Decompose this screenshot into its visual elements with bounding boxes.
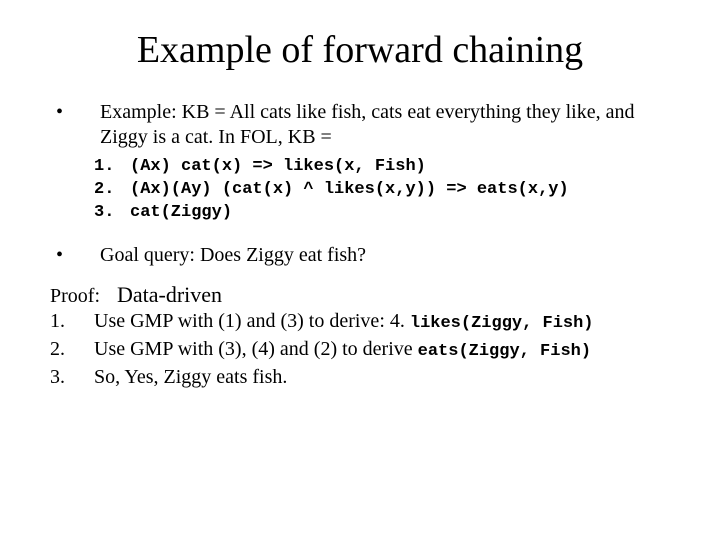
proof-step-text: So, Yes, Ziggy eats fish.	[94, 364, 670, 392]
bullet-item: • Example: KB = All cats like fish, cats…	[50, 100, 670, 150]
kb-list: 1. (Ax) cat(x) => likes(x, Fish) 2. (Ax)…	[94, 156, 670, 225]
bullet-text: Goal query: Does Ziggy eat fish?	[100, 243, 670, 268]
kb-item: 1. (Ax) cat(x) => likes(x, Fish)	[94, 156, 670, 179]
kb-number: 2.	[94, 179, 130, 202]
proof-step-pre: Use GMP with (1) and (3) to derive: 4.	[94, 310, 410, 332]
proof-step-number: 3.	[50, 364, 94, 392]
proof-subtitle: Data-driven	[117, 282, 222, 307]
slide: Example of forward chaining • Example: K…	[0, 0, 720, 412]
proof-label: Proof:	[50, 285, 100, 307]
kb-number: 1.	[94, 156, 130, 179]
kb-item: 2. (Ax)(Ay) (cat(x) ^ likes(x,y)) => eat…	[94, 179, 670, 202]
bullet-text: Example: KB = All cats like fish, cats e…	[100, 100, 670, 150]
proof-step-pre: Use GMP with (3), (4) and (2) to derive	[94, 338, 418, 360]
bullet-marker: •	[50, 100, 100, 125]
proof-step-text: Use GMP with (1) and (3) to derive: 4. l…	[94, 308, 670, 336]
kb-rule: cat(Ziggy)	[130, 202, 670, 225]
proof-step-text: Use GMP with (3), (4) and (2) to derive …	[94, 336, 670, 364]
proof-step-number: 2.	[50, 336, 94, 364]
proof-step: 3. So, Yes, Ziggy eats fish.	[50, 364, 670, 392]
kb-rule: (Ax) cat(x) => likes(x, Fish)	[130, 156, 670, 179]
bullet-marker: •	[50, 243, 100, 268]
proof-step-code: likes(Ziggy, Fish)	[410, 314, 594, 333]
kb-number: 3.	[94, 202, 130, 225]
proof-step-code: eats(Ziggy, Fish)	[418, 342, 591, 361]
proof-step-number: 1.	[50, 308, 94, 336]
slide-title: Example of forward chaining	[50, 28, 670, 72]
kb-item: 3. cat(Ziggy)	[94, 202, 670, 225]
proof-heading: Proof: Data-driven	[50, 282, 670, 308]
proof-step-pre: So, Yes, Ziggy eats fish.	[94, 366, 287, 388]
proof-step: 1. Use GMP with (1) and (3) to derive: 4…	[50, 308, 670, 336]
kb-rule: (Ax)(Ay) (cat(x) ^ likes(x,y)) => eats(x…	[130, 179, 670, 202]
bullet-item: • Goal query: Does Ziggy eat fish?	[50, 243, 670, 268]
proof-step: 2. Use GMP with (3), (4) and (2) to deri…	[50, 336, 670, 364]
